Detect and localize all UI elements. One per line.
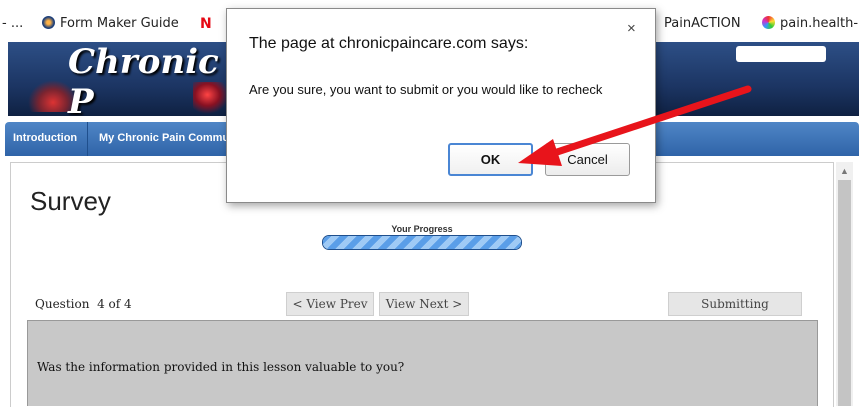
bookmark-label: Form Maker Guide <box>60 16 179 31</box>
progress-bar <box>322 235 522 250</box>
scroll-up-arrow-icon[interactable]: ▲ <box>836 164 853 178</box>
bookmark-truncated[interactable]: - ... <box>2 16 23 31</box>
ok-button[interactable]: OK <box>448 143 533 176</box>
page-title: Survey <box>30 186 111 216</box>
view-next-button[interactable]: View Next > <box>379 292 469 316</box>
nav-divider <box>87 122 88 156</box>
dialog-title: The page at chronicpaincare.com says: <box>249 35 529 52</box>
header-search-box[interactable] <box>736 46 826 62</box>
scrollbar-thumb[interactable] <box>838 180 851 406</box>
nav-my-chronic-pain-community[interactable]: My Chronic Pain Commu <box>99 132 229 144</box>
bookmark-form-maker-guide[interactable]: Form Maker Guide <box>42 16 179 31</box>
bookmark-label: pain.health- <box>780 16 859 31</box>
color-wheel-icon <box>762 16 775 29</box>
site-banner: Chronic P <box>8 42 227 116</box>
close-icon[interactable]: × <box>627 21 636 37</box>
netflix-icon: N <box>200 16 212 32</box>
bookmark-painaction[interactable]: PainACTION <box>664 16 741 31</box>
question-counter: Question 4 of 4 <box>35 297 132 311</box>
progress-fill <box>323 236 521 249</box>
view-prev-button[interactable]: < View Prev <box>286 292 374 316</box>
question-label: Question <box>35 297 90 311</box>
nav-introduction[interactable]: Introduction <box>13 132 77 144</box>
dialog-message: Are you sure, you want to submit or you … <box>249 82 603 97</box>
question-count: 4 of 4 <box>97 297 132 311</box>
submit-button[interactable]: Submitting <box>668 292 802 316</box>
question-text: Was the information provided in this les… <box>37 360 405 374</box>
progress-label: Your Progress <box>391 224 453 234</box>
site-logo[interactable]: Chronic P <box>68 42 227 116</box>
compass-icon <box>42 16 55 29</box>
confirm-dialog: The page at chronicpaincare.com says: × … <box>226 8 656 203</box>
bookmark-pain-health[interactable]: pain.health- <box>762 16 858 31</box>
cancel-button[interactable]: Cancel <box>545 143 630 176</box>
bookmark-netflix[interactable]: N <box>200 16 216 32</box>
